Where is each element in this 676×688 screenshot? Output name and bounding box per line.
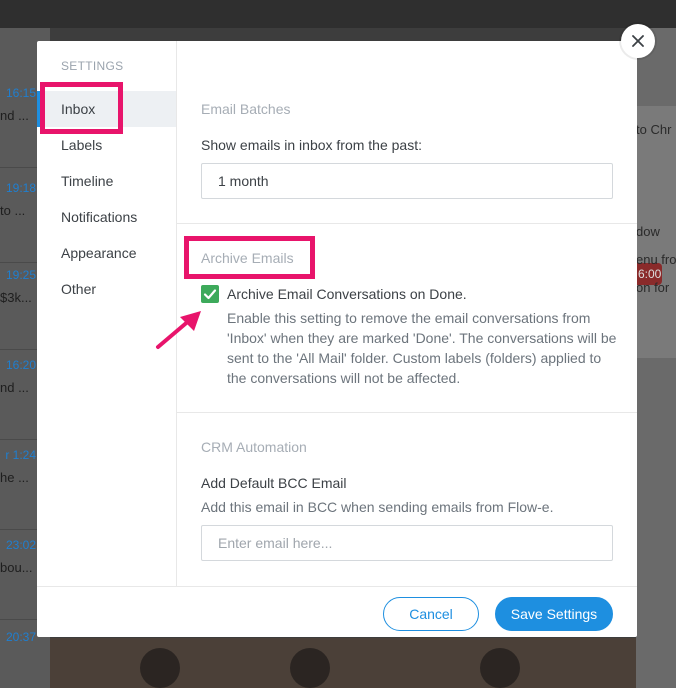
background-image	[50, 638, 636, 688]
list-item-time: r 1:24	[5, 448, 36, 462]
list-item-snippet: to ...	[0, 203, 26, 218]
background-card-text: to Chr	[636, 122, 672, 137]
background-top-bar	[0, 0, 676, 28]
close-button[interactable]	[621, 24, 655, 58]
background-text: dow	[636, 224, 660, 239]
list-item-time: 16:20	[5, 358, 36, 372]
batch-period-select[interactable]	[201, 163, 613, 199]
crm-automation-section: CRM Automation Add Default BCC Email Add…	[177, 413, 637, 586]
background-shape	[140, 648, 180, 688]
list-item-snippet: nd ...	[0, 380, 29, 395]
email-batches-section: Email Batches Show emails in inbox from …	[177, 41, 637, 224]
sidebar-title: SETTINGS	[61, 59, 124, 73]
annotation-highlight-archive-heading	[184, 236, 315, 279]
settings-modal: SETTINGS Inbox Labels Timeline Notificat…	[37, 41, 637, 637]
background-text: enu fro	[636, 252, 676, 267]
archive-on-done-label: Archive Email Conversations on Done.	[227, 286, 467, 302]
list-item-time: 19:25	[5, 268, 36, 282]
bcc-email-help: Add this email in BCC when sending email…	[201, 499, 554, 515]
checkmark-icon	[203, 289, 217, 300]
list-item-time: 23:02	[5, 538, 36, 552]
modal-footer: Cancel Save Settings	[37, 586, 637, 637]
sidebar-item-other[interactable]: Other	[37, 271, 176, 307]
list-item-time: 19:18	[5, 181, 36, 195]
archive-on-done-checkbox[interactable]	[201, 285, 219, 303]
bcc-email-input[interactable]	[201, 525, 613, 561]
background-shape	[480, 648, 520, 688]
cancel-button[interactable]: Cancel	[383, 597, 479, 631]
annotation-highlight-inbox	[40, 82, 123, 134]
list-item-snippet: he ...	[0, 470, 29, 485]
list-item-snippet: bou...	[0, 560, 33, 575]
background-shape	[290, 648, 330, 688]
close-icon	[632, 35, 644, 47]
background-text: on for	[636, 280, 670, 295]
section-heading: CRM Automation	[201, 439, 307, 455]
settings-content: Email Batches Show emails in inbox from …	[177, 41, 637, 586]
archive-description: Enable this setting to remove the email …	[227, 310, 617, 386]
sidebar-item-notifications[interactable]: Notifications	[37, 199, 176, 235]
bcc-email-label: Add Default BCC Email	[201, 475, 347, 491]
list-item-time: 16:15	[5, 86, 36, 100]
list-item-snippet: $3k...	[0, 290, 32, 305]
sidebar-item-timeline[interactable]: Timeline	[37, 163, 176, 199]
batch-period-label: Show emails in inbox from the past:	[201, 137, 422, 153]
save-settings-button[interactable]: Save Settings	[495, 597, 613, 631]
background-right-pane: to Chr 6:00 dow enu fro on for	[636, 28, 676, 688]
list-item-time: 20:37	[5, 630, 36, 644]
list-item-snippet: nd ...	[0, 108, 29, 123]
sidebar-item-appearance[interactable]: Appearance	[37, 235, 176, 271]
section-heading: Email Batches	[201, 101, 291, 117]
arrow-icon	[156, 311, 201, 349]
